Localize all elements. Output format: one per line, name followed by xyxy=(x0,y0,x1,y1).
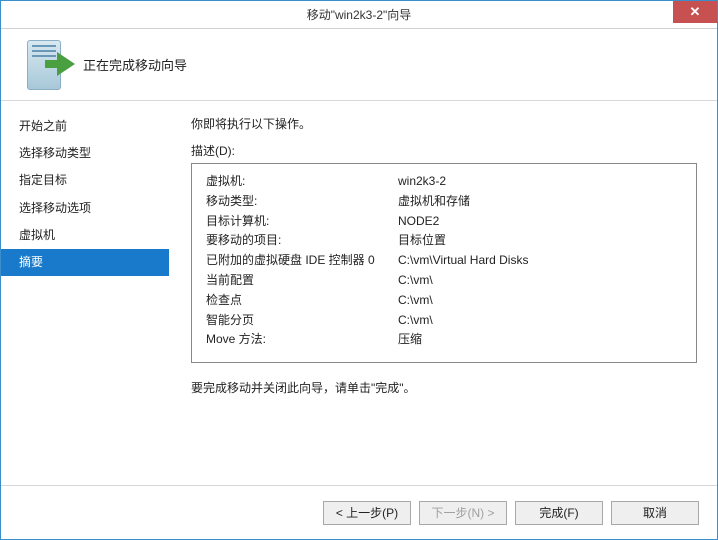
sidebar-item-label: 选择移动类型 xyxy=(19,146,91,160)
desc-row-current-config: 当前配置C:\vm\ xyxy=(206,271,686,291)
desc-row-smart-paging: 智能分页C:\vm\ xyxy=(206,311,686,331)
desc-key: 要移动的项目: xyxy=(206,231,398,251)
sidebar-item-move-options[interactable]: 选择移动选项 xyxy=(1,195,169,222)
desc-val: 压缩 xyxy=(398,330,686,350)
wizard-window: 移动"win2k3-2"向导 ✕ 正在完成移动向导 开始之前 选择移动类型 指定… xyxy=(0,0,718,540)
desc-row-move-type: 移动类型:虚拟机和存储 xyxy=(206,192,686,212)
wizard-body: 开始之前 选择移动类型 指定目标 选择移动选项 虚拟机 摘要 你即将执行以下操作… xyxy=(1,101,717,485)
sidebar-item-label: 选择移动选项 xyxy=(19,201,91,215)
desc-val: C:\vm\ xyxy=(398,311,686,331)
intro-text: 你即将执行以下操作。 xyxy=(191,115,697,132)
window-title: 移动"win2k3-2"向导 xyxy=(307,6,412,23)
titlebar: 移动"win2k3-2"向导 ✕ xyxy=(1,1,717,29)
wizard-footer: < 上一步(P) 下一步(N) > 完成(F) 取消 xyxy=(1,485,717,539)
next-button: 下一步(N) > xyxy=(419,501,507,525)
cancel-button[interactable]: 取消 xyxy=(611,501,699,525)
desc-key: 移动类型: xyxy=(206,192,398,212)
desc-row-items: 要移动的项目:目标位置 xyxy=(206,231,686,251)
desc-row-vhd: 已附加的虚拟硬盘 IDE 控制器 0C:\vm\Virtual Hard Dis… xyxy=(206,251,686,271)
description-label: 描述(D): xyxy=(191,142,697,159)
wizard-header-title: 正在完成移动向导 xyxy=(83,55,187,74)
desc-row-move-method: Move 方法:压缩 xyxy=(206,330,686,350)
desc-val: C:\vm\ xyxy=(398,291,686,311)
sidebar-item-label: 虚拟机 xyxy=(19,228,55,242)
wizard-header: 正在完成移动向导 xyxy=(1,29,717,101)
description-box: 虚拟机:win2k3-2 移动类型:虚拟机和存储 目标计算机:NODE2 要移动… xyxy=(191,163,697,363)
desc-val: 目标位置 xyxy=(398,231,686,251)
desc-val: C:\vm\Virtual Hard Disks xyxy=(398,251,686,271)
wizard-sidebar: 开始之前 选择移动类型 指定目标 选择移动选项 虚拟机 摘要 xyxy=(1,101,169,485)
desc-key: 目标计算机: xyxy=(206,212,398,232)
sidebar-item-before-begin[interactable]: 开始之前 xyxy=(1,113,169,140)
sidebar-item-label: 摘要 xyxy=(19,255,43,269)
desc-key: 当前配置 xyxy=(206,271,398,291)
desc-key: 检查点 xyxy=(206,291,398,311)
sidebar-item-move-type[interactable]: 选择移动类型 xyxy=(1,140,169,167)
close-icon: ✕ xyxy=(690,4,701,20)
sidebar-item-label: 指定目标 xyxy=(19,173,67,187)
wizard-icon xyxy=(19,38,69,92)
desc-row-checkpoint: 检查点C:\vm\ xyxy=(206,291,686,311)
desc-key: 智能分页 xyxy=(206,311,398,331)
sidebar-item-specify-target[interactable]: 指定目标 xyxy=(1,167,169,194)
sidebar-item-label: 开始之前 xyxy=(19,119,67,133)
previous-button[interactable]: < 上一步(P) xyxy=(323,501,411,525)
sidebar-item-vm[interactable]: 虚拟机 xyxy=(1,222,169,249)
desc-val: C:\vm\ xyxy=(398,271,686,291)
desc-val: 虚拟机和存储 xyxy=(398,192,686,212)
desc-val: win2k3-2 xyxy=(398,172,686,192)
desc-key: 虚拟机: xyxy=(206,172,398,192)
desc-val: NODE2 xyxy=(398,212,686,232)
sidebar-item-summary[interactable]: 摘要 xyxy=(1,249,169,276)
finish-button[interactable]: 完成(F) xyxy=(515,501,603,525)
desc-key: 已附加的虚拟硬盘 IDE 控制器 0 xyxy=(206,251,398,271)
desc-row-target-computer: 目标计算机:NODE2 xyxy=(206,212,686,232)
close-button[interactable]: ✕ xyxy=(673,1,717,23)
wizard-main: 你即将执行以下操作。 描述(D): 虚拟机:win2k3-2 移动类型:虚拟机和… xyxy=(169,101,717,485)
completion-hint: 要完成移动并关闭此向导，请单击"完成"。 xyxy=(191,379,697,396)
desc-key: Move 方法: xyxy=(206,330,398,350)
desc-row-vm: 虚拟机:win2k3-2 xyxy=(206,172,686,192)
